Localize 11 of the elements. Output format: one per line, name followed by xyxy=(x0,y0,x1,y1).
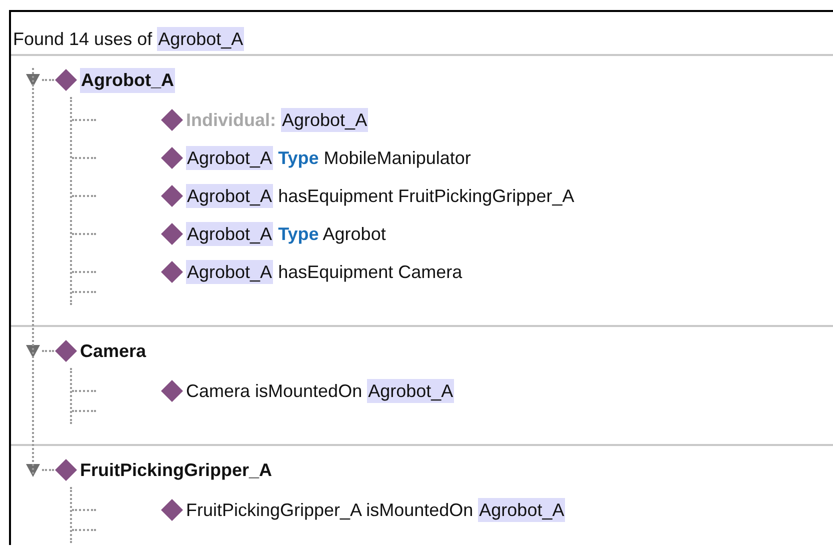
entity-title[interactable]: FruitPickingGripper_A xyxy=(80,460,272,480)
entity-title[interactable]: Camera xyxy=(80,340,146,362)
usage-statement[interactable]: Agrobot_A Type MobileManipulator xyxy=(186,145,471,171)
usage-statement[interactable]: Agrobot_A Type Agrobot xyxy=(186,221,386,247)
usage-statement[interactable]: FruitPickingGripper_A isMountedOn Agrobot_A xyxy=(186,497,566,523)
usage-statement[interactable]: Agrobot_A hasEquipment Camera xyxy=(186,259,462,285)
usage-statement[interactable]: Camera isMountedOn Agrobot_A xyxy=(186,378,454,404)
usage-statement[interactable]: Individual: Agrobot_A xyxy=(186,107,368,133)
search-result-summary: Found 14 uses of Agrobot_A xyxy=(13,26,244,52)
entity-title[interactable]: Agrobot_A xyxy=(80,68,175,92)
usage-statement[interactable]: Agrobot_A hasEquipment FruitPickingGripper_A xyxy=(186,183,574,209)
